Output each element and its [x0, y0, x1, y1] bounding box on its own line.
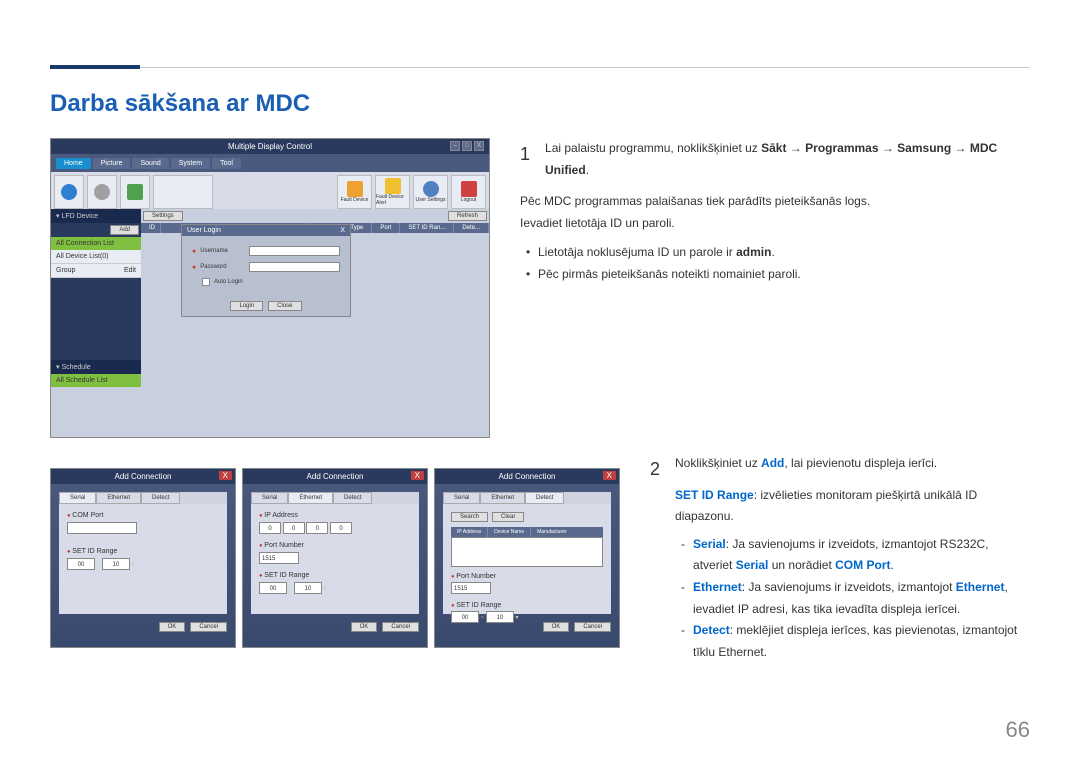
tool-input: [120, 175, 150, 209]
cancel-button: Cancel: [190, 622, 227, 632]
tool-user-settings: User Settings: [413, 175, 448, 209]
tab-home: Home: [56, 158, 91, 169]
add-conn-ethernet: Add ConnectionX Serial Ethernet Detect ●…: [242, 468, 428, 648]
serial-tab: Serial: [251, 492, 288, 504]
add-connection-screenshots: Add ConnectionX Serial Ethernet Detect ●…: [50, 468, 620, 671]
main-screenshot: – □ X Multiple Display Control Home Pict…: [50, 138, 490, 438]
page-number: 66: [1006, 717, 1030, 743]
ethernet-tab: Ethernet: [96, 492, 141, 504]
close-icon: X: [411, 471, 424, 480]
step1-bullet2: Pēc pirmās pieteikšanās noteikti nomaini…: [520, 264, 1030, 286]
comport-input: [67, 522, 137, 534]
tool-logout: Logout: [451, 175, 486, 209]
login-title-bar: User Login X: [182, 225, 350, 236]
ok-button: OK: [351, 622, 378, 632]
detect-tab: Detect: [333, 492, 372, 504]
serial-tab: Serial: [443, 492, 480, 504]
add-conn-detect: Add ConnectionX Serial Ethernet Detect S…: [434, 468, 620, 648]
tool-volume: [153, 175, 213, 209]
serial-tab: Serial: [59, 492, 96, 504]
clear-button: Clear: [492, 512, 524, 522]
header-divider: [140, 67, 1030, 68]
cancel-button: Cancel: [382, 622, 419, 632]
minimize-icon: –: [450, 141, 460, 151]
step2-serial: Serial: Ja savienojums ir izveidots, izm…: [675, 534, 1030, 577]
tool-fault-alert: Fault Device Alert: [375, 175, 410, 209]
username-input: [249, 246, 340, 256]
tool-on: [54, 175, 84, 209]
tab-picture: Picture: [93, 158, 131, 169]
cancel-button: Cancel: [574, 622, 611, 632]
ethernet-tab: Ethernet: [480, 492, 525, 504]
tabs-row: Home Picture Sound System Tool: [51, 154, 489, 172]
step2-text: 2 Noklikšķiniet uz Add, lai pievienotu d…: [650, 453, 1030, 671]
header-accent: [50, 65, 140, 69]
sidebar-all-schedule: All Schedule List: [51, 374, 141, 387]
step1-number: 1: [520, 138, 530, 181]
close-button: Close: [268, 301, 301, 311]
detect-tab: Detect: [141, 492, 180, 504]
password-input: [249, 262, 340, 272]
tool-fault-device: Fault Device: [337, 175, 372, 209]
close-icon: X: [603, 471, 616, 480]
ethernet-tab: Ethernet: [288, 492, 333, 504]
sidebar-group: GroupEdit: [51, 264, 141, 278]
page-title: Darba sākšana ar MDC: [50, 90, 1030, 118]
step1-text: 1 Lai palaistu programmu, noklikšķiniet …: [520, 138, 1030, 438]
sidebar-all-device: All Device List(0): [51, 250, 141, 264]
tab-sound: Sound: [132, 158, 168, 169]
port-input: 1515: [259, 552, 299, 564]
auto-login-checkbox: [202, 278, 210, 286]
login-button: Login: [230, 301, 263, 311]
step2-ethernet: Ethernet: Ja savienojums ir izveidots, i…: [675, 577, 1030, 620]
sidebar-schedule-header: ▾ Schedule: [51, 360, 141, 374]
refresh-btn: Refresh: [448, 211, 487, 221]
detect-tab: Detect: [525, 492, 564, 504]
login-close-icon: X: [340, 227, 345, 234]
sidebar: ▾ LFD Device Add All Connection List All…: [51, 209, 141, 437]
step1-bullet1: Lietotāja noklusējuma ID un parole ir ad…: [520, 242, 1030, 264]
maximize-icon: □: [462, 141, 472, 151]
ok-button: OK: [159, 622, 186, 632]
tab-system: System: [171, 158, 210, 169]
main-panel: Settings Refresh ID Connection Type Port…: [141, 209, 489, 437]
sidebar-add-btn: Add: [110, 225, 139, 235]
close-icon: X: [474, 141, 484, 151]
step2-detect: Detect: meklējiet displeja ierīces, kas …: [675, 620, 1030, 663]
tab-tool: Tool: [212, 158, 241, 169]
add-conn-serial: Add ConnectionX Serial Ethernet Detect ●…: [50, 468, 236, 648]
tool-off: [87, 175, 117, 209]
sidebar-conn-list: All Connection List: [51, 237, 141, 250]
step2-number: 2: [650, 453, 660, 663]
close-icon: X: [219, 471, 232, 480]
ok-button: OK: [543, 622, 570, 632]
sidebar-lfd-header: ▾ LFD Device: [51, 209, 141, 223]
toolbar: Fault Device Fault Device Alert User Set…: [51, 172, 489, 212]
login-dialog: User Login X ●Username ●Password Auto Lo…: [181, 224, 351, 317]
settings-btn: Settings: [143, 211, 183, 221]
search-button: Search: [451, 512, 488, 522]
window-title: Multiple Display Control: [51, 139, 489, 154]
